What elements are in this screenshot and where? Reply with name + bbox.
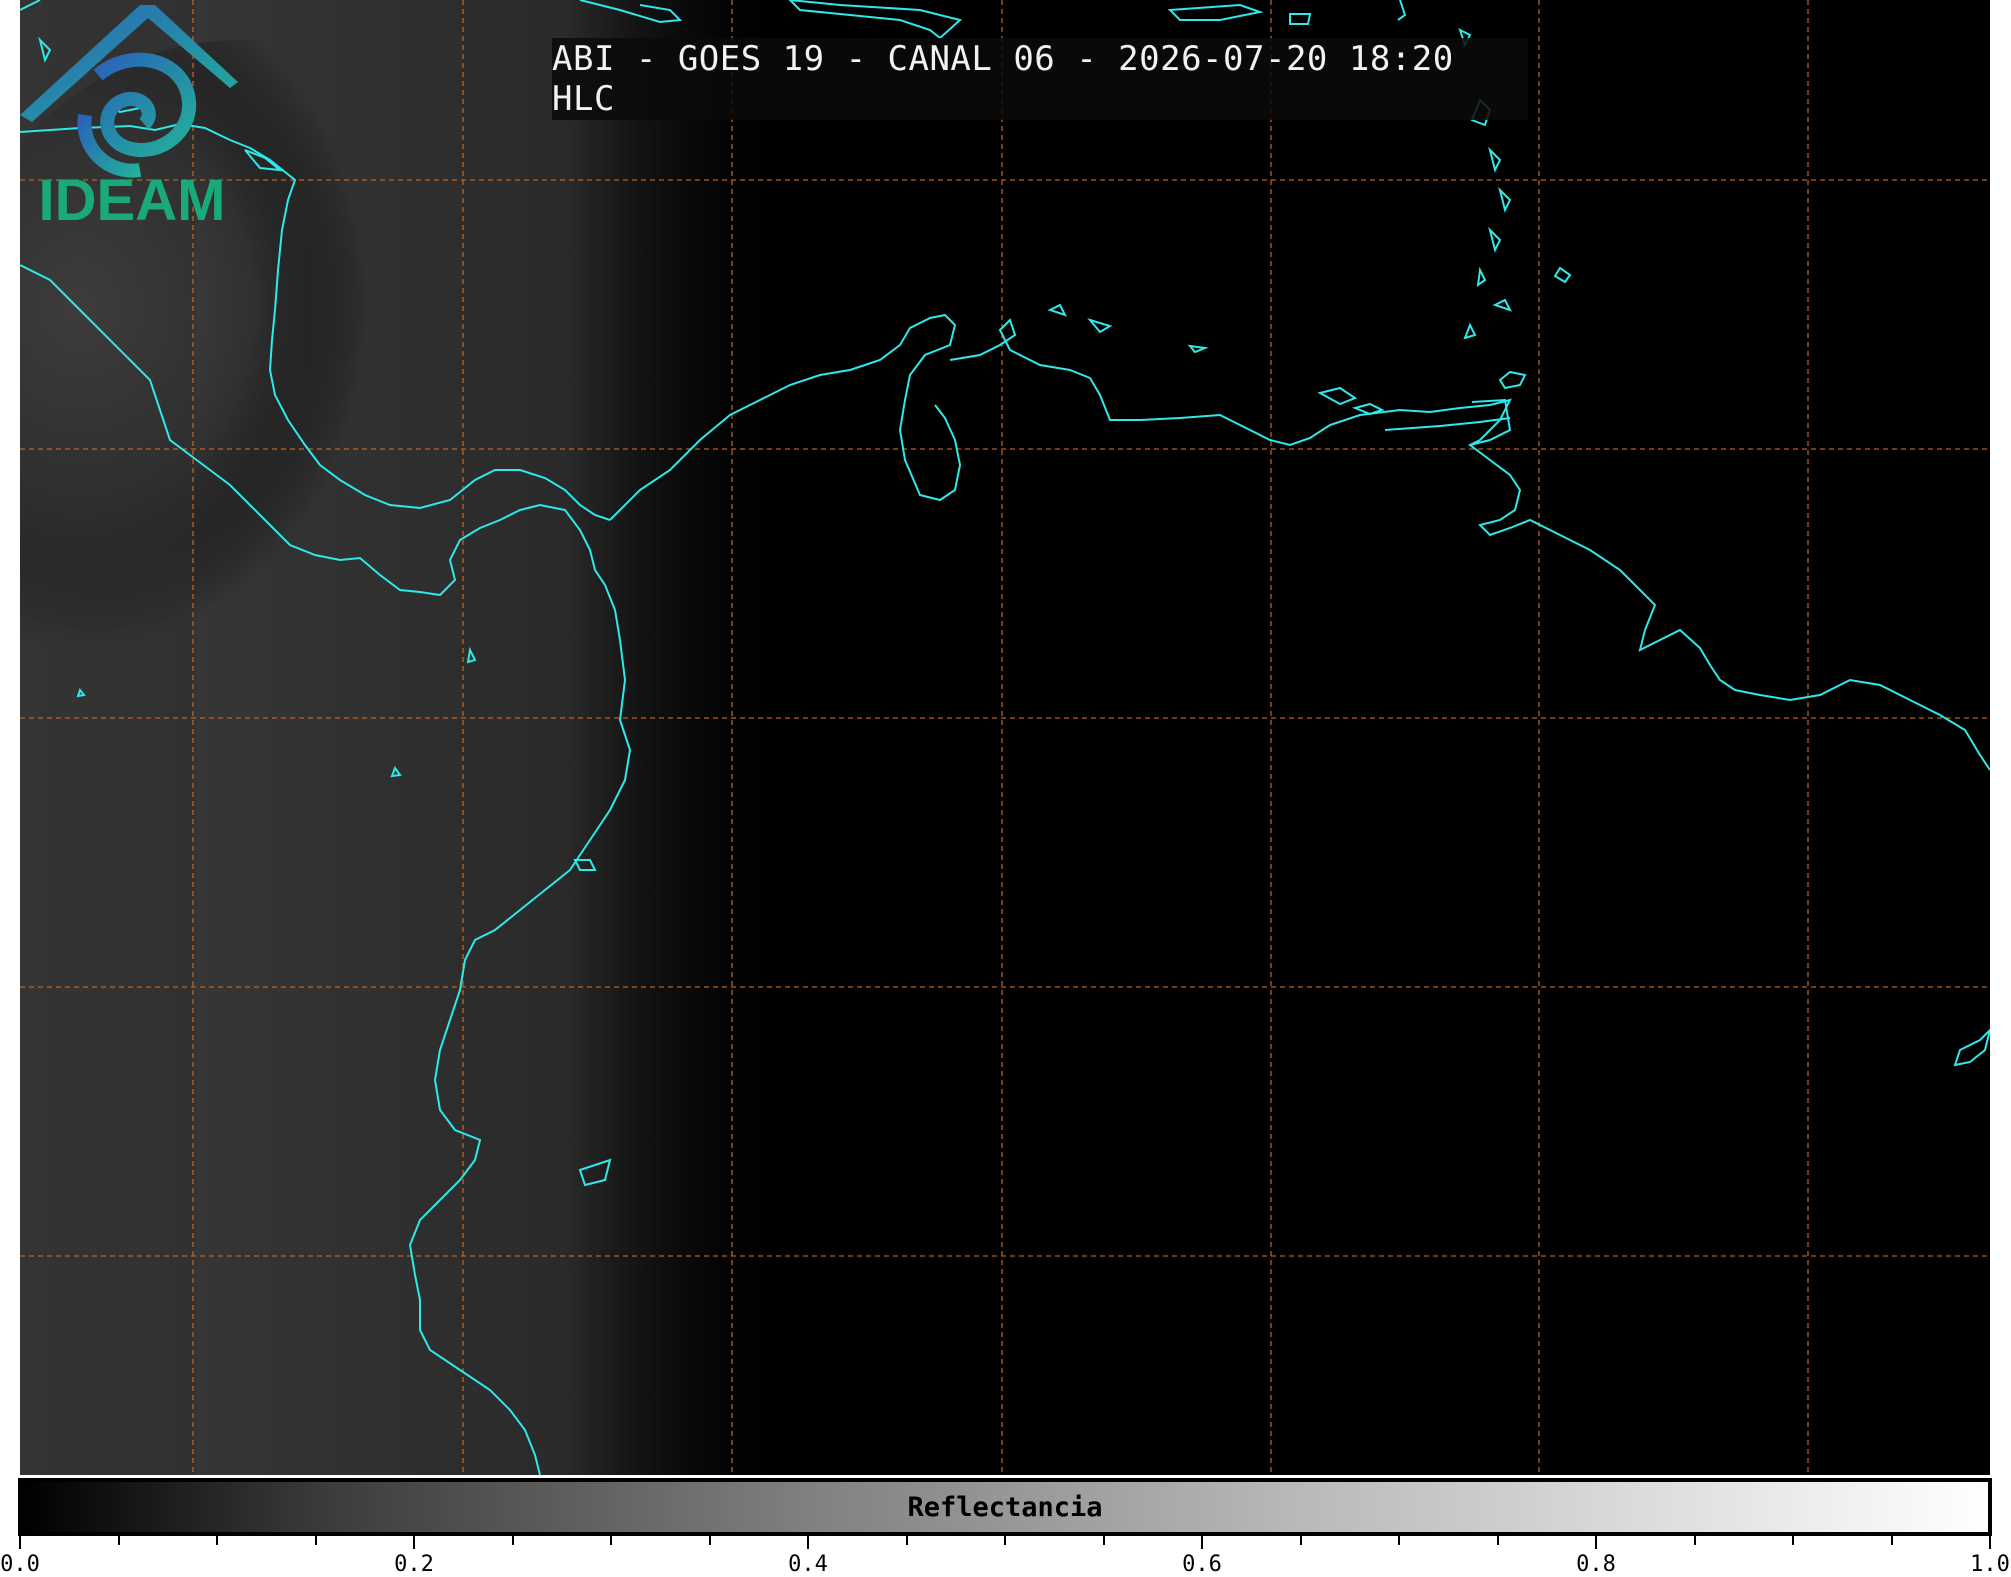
colorbar-tick-label: 0.4: [788, 1552, 828, 1577]
colorbar-tick-label: 1.0: [1970, 1552, 2010, 1577]
logo-text: IDEAM: [39, 168, 226, 225]
colorbar-tick: [1595, 1535, 1597, 1549]
colorbar-tick: [314, 1535, 317, 1545]
colorbar-tick: [1989, 1535, 1991, 1549]
colorbar-tick: [610, 1535, 612, 1545]
colorbar-tick: [1693, 1535, 1696, 1545]
colorbar-tick: [117, 1535, 120, 1545]
colorbar-tick: [1201, 1535, 1203, 1549]
colorbar-tick: [216, 1535, 218, 1545]
colorbar-tick: [1792, 1535, 1794, 1545]
colorbar-tick: [807, 1535, 809, 1549]
colorbar-tick-label: 0.8: [1576, 1552, 1616, 1577]
colorbar-tick: [1004, 1535, 1006, 1545]
title-box: ABI - GOES 19 - CANAL 06 - 2026-07-20 18…: [552, 38, 1528, 120]
colorbar: Reflectancia: [18, 1478, 1992, 1536]
colorbar-tick: [1102, 1535, 1105, 1545]
map-canvas: [20, 0, 1990, 1475]
colorbar-tick-label: 0.6: [1182, 1552, 1222, 1577]
colorbar-tick: [511, 1535, 514, 1545]
swirl-icon: [77, 52, 197, 178]
ideam-logo: IDEAM: [20, 5, 238, 225]
colorbar-tick: [708, 1535, 711, 1545]
colorbar-tick: [19, 1535, 21, 1549]
colorbar-tick: [1890, 1535, 1893, 1545]
colorbar-tick-label: 0.2: [394, 1552, 434, 1577]
colorbar-tick: [413, 1535, 415, 1549]
colorbar-tick-label: 0.0: [0, 1552, 40, 1577]
colorbar-label: Reflectancia: [907, 1491, 1103, 1523]
colorbar-tick: [905, 1535, 908, 1545]
satellite-map: ABI - GOES 19 - CANAL 06 - 2026-07-20 18…: [20, 0, 1990, 1475]
colorbar-tick: [1299, 1535, 1302, 1545]
colorbar-tick: [1496, 1535, 1499, 1545]
map-title: ABI - GOES 19 - CANAL 06 - 2026-07-20 18…: [552, 39, 1454, 119]
colorbar-tick: [1398, 1535, 1400, 1545]
